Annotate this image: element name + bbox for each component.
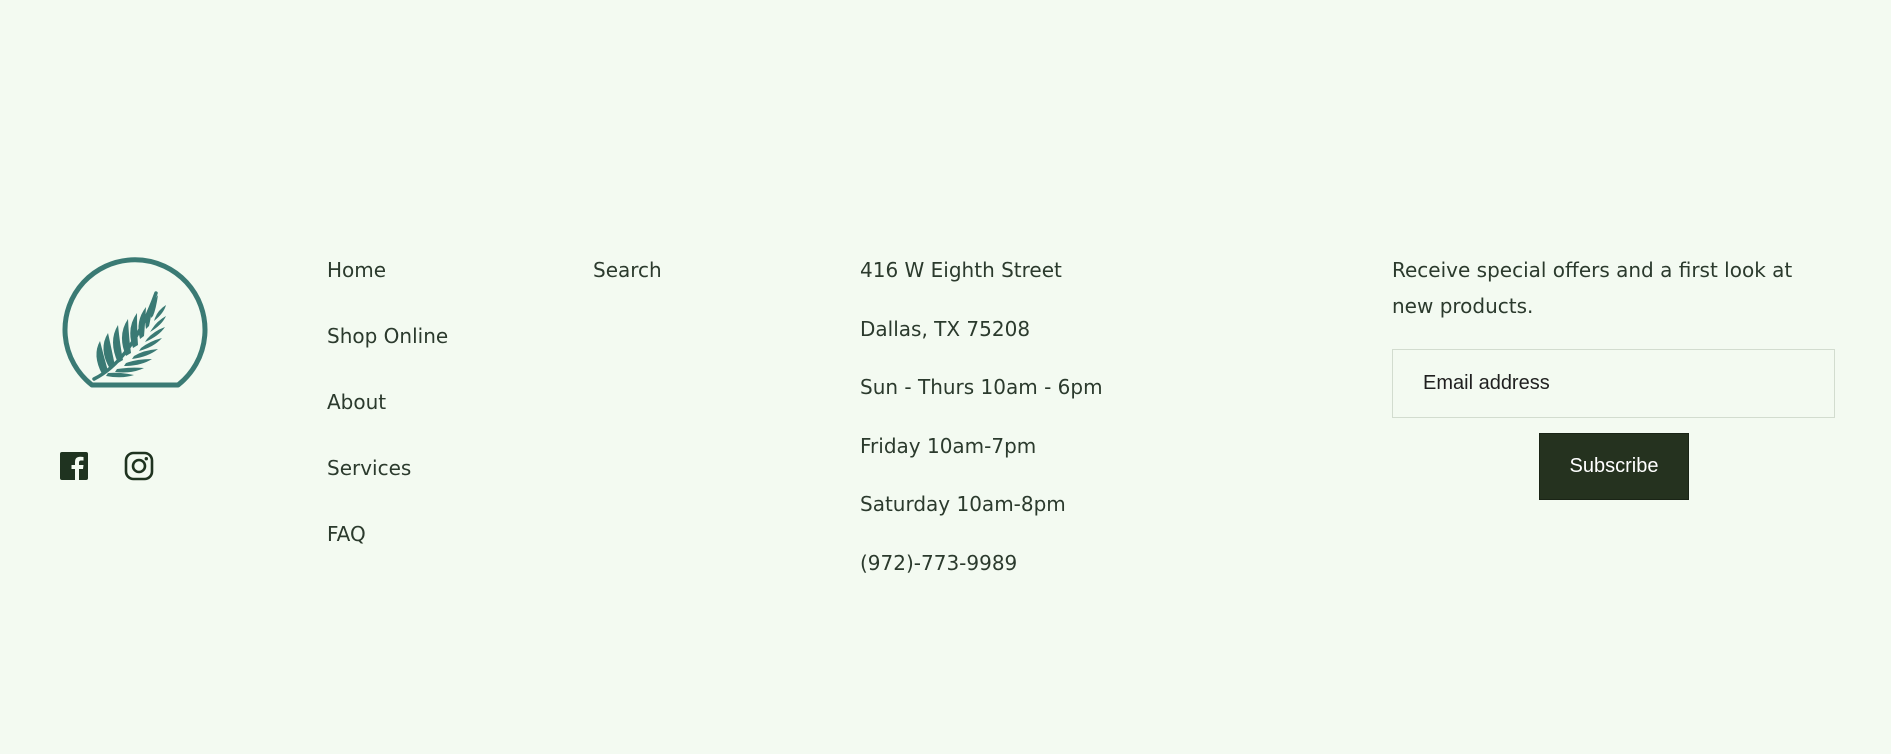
instagram-icon <box>124 451 154 481</box>
address-line-2: Dallas, TX 75208 <box>860 316 1031 341</box>
instagram-link[interactable] <box>124 451 154 481</box>
facebook-link[interactable] <box>59 451 89 481</box>
newsletter-signup: Receive special offers and a first look … <box>1392 256 1835 500</box>
address-line-1: 416 W Eighth Street <box>860 258 1062 282</box>
hours-saturday: Saturday 10am-8pm <box>860 492 1066 516</box>
phone-number: (972)-773-9989 <box>860 550 1018 575</box>
footer-link-about[interactable]: About <box>327 388 448 416</box>
fern-logo-icon[interactable] <box>62 255 208 390</box>
facebook-icon <box>60 452 88 480</box>
newsletter-text: Receive special offers and a first look … <box>1392 258 1793 318</box>
contact-info: 416 W Eighth Street Dallas, TX 75208 Sun… <box>860 256 1103 577</box>
site-footer: Home Shop Online About Services FAQ Sear… <box>0 0 1891 754</box>
footer-link-services[interactable]: Services <box>327 454 448 482</box>
footer-link-home[interactable]: Home <box>327 256 448 284</box>
footer-link-search[interactable]: Search <box>593 256 662 284</box>
email-input[interactable] <box>1392 349 1835 418</box>
footer-link-shop-online[interactable]: Shop Online <box>327 322 448 350</box>
hours-sun-thu: Sun - Thurs 10am - 6pm <box>860 375 1103 399</box>
subscribe-button[interactable]: Subscribe <box>1539 433 1689 500</box>
footer-nav-secondary: Search <box>593 256 662 284</box>
hours-friday: Friday 10am-7pm <box>860 433 1037 458</box>
footer-nav-primary: Home Shop Online About Services FAQ <box>327 256 448 548</box>
footer-link-faq[interactable]: FAQ <box>327 520 448 548</box>
